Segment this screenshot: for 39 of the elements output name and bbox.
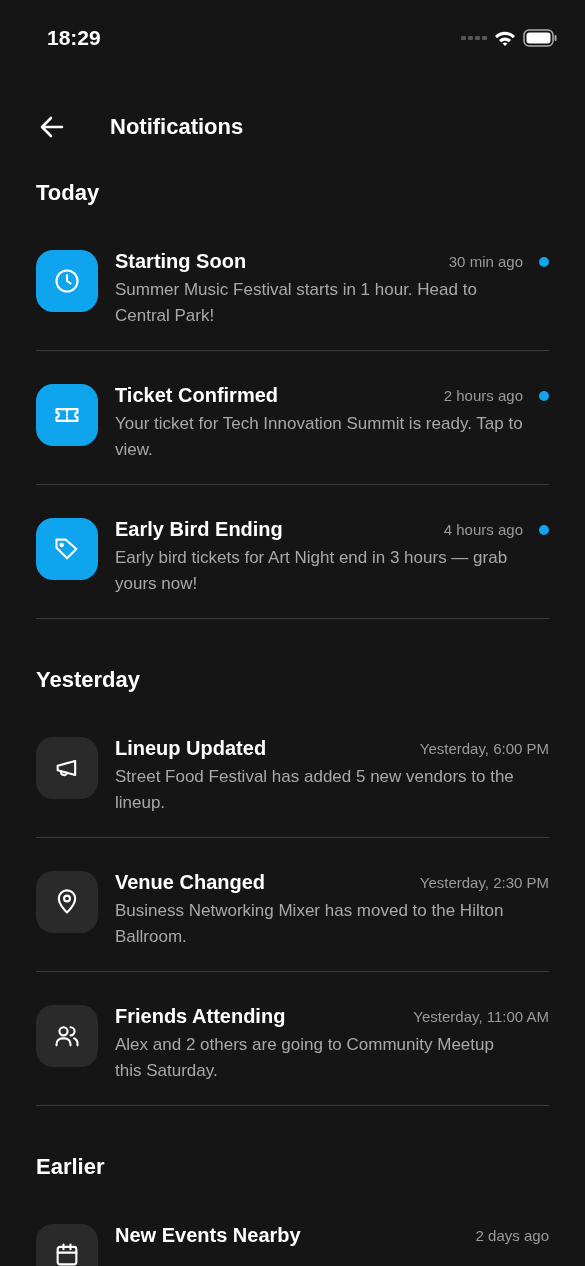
notification-time: 4 hours ago <box>443 521 523 538</box>
notification-message: Alex and 2 others are going to Community Meetup this Saturday. <box>115 1034 495 1082</box>
notification-item[interactable]: Early Bird Ending 4 hours ago Early bird tickets for Art Night end in 3 hours — grab yours now! <box>36 485 549 619</box>
unread-dot <box>539 524 549 535</box>
signal-icon <box>461 35 487 41</box>
notification-message: Business Networking Mixer has moved to the Hilton Ballroom. <box>115 900 505 948</box>
notification-message: Your ticket for Tech Innovation Summit is ready. Tap to view. <box>115 413 524 461</box>
section-title: Earlier <box>36 1154 106 1180</box>
notification-item[interactable]: Ticket Confirmed 2 hours ago Your ticket for Tech Innovation Summit is ready. Tap to view. <box>36 351 549 485</box>
notification-title: Lineup Updated <box>115 737 268 760</box>
notification-item[interactable]: Venue Changed Yesterday, 2:30 PM Business Networking Mixer has moved to the Hilton Ballroom. <box>36 838 549 972</box>
notification-time: 30 min ago <box>448 253 523 270</box>
notification-item[interactable]: Starting Soon 30 min ago Summer Music Festival starts in 1 hour. Head to Central Park! <box>36 217 549 351</box>
notification-message: Early bird tickets for Art Night end in 3 hours — grab yours now! <box>115 547 509 595</box>
notification-title: Friends Attending <box>115 1005 287 1028</box>
notification-time: Yesterday, 6:00 PM <box>419 740 549 757</box>
clock-icon <box>53 267 81 295</box>
status-time: 18:29 <box>47 26 101 50</box>
notification-title: Ticket Confirmed <box>115 384 279 407</box>
wifi-icon <box>494 29 516 47</box>
notification-time: Yesterday, 11:00 AM <box>413 1008 549 1025</box>
unread-dot <box>539 390 549 401</box>
battery-icon <box>523 29 557 47</box>
screen-title: Notifications <box>110 114 244 140</box>
notification-time: 2 days ago <box>475 1227 549 1244</box>
notification-title: Early Bird Ending <box>115 518 284 541</box>
notification-item[interactable]: Friends Attending Yesterday, 11:00 AM Alex and 2 others are going to Community Meetup this Saturday. <box>36 972 549 1106</box>
notification-title: Venue Changed <box>115 871 267 894</box>
notification-time: 2 hours ago <box>443 387 523 404</box>
notification-item[interactable]: New Events Nearby 2 days ago <box>36 1191 549 1266</box>
unread-dot <box>539 256 549 267</box>
notification-item[interactable]: Lineup Updated Yesterday, 6:00 PM Street Food Festival has added 5 new vendors to the lineup. <box>36 704 549 838</box>
section-title: Yesterday <box>36 667 141 693</box>
notification-title: Starting Soon <box>115 250 248 273</box>
notification-message: Street Food Festival has added 5 new vendors to the lineup. <box>115 766 515 814</box>
notification-title: New Events Nearby <box>115 1224 302 1247</box>
notification-time: Yesterday, 2:30 PM <box>419 874 549 891</box>
notification-message: Summer Music Festival starts in 1 hour. Head to Central Park! <box>115 279 478 327</box>
section-title: Today <box>36 180 101 206</box>
